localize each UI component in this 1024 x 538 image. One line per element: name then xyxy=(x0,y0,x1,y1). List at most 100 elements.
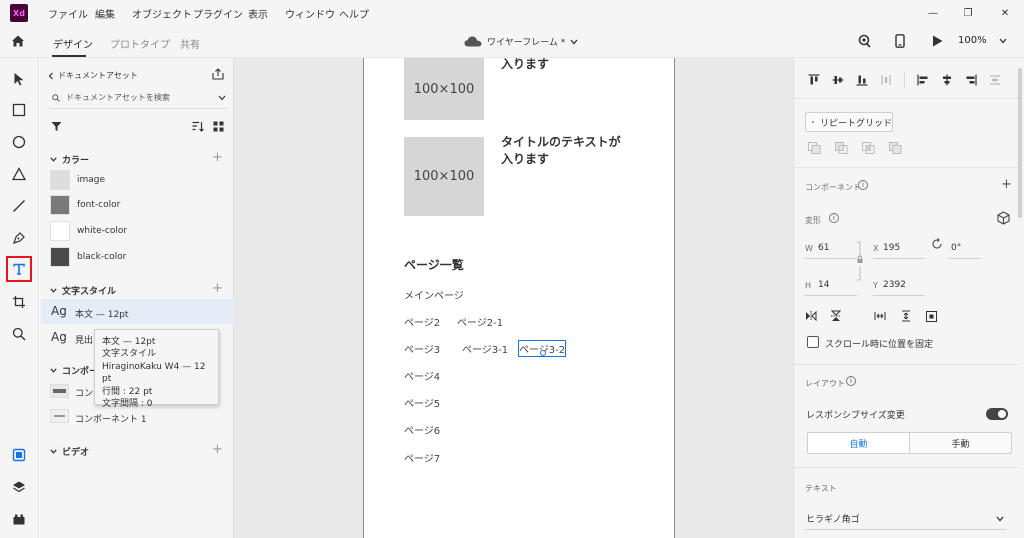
user-button[interactable] xyxy=(857,34,871,51)
colors-section-toggle[interactable]: カラー xyxy=(50,153,89,166)
fix-height-icon[interactable] xyxy=(901,310,911,322)
font-family-dropdown[interactable]: ヒラギノ角ゴ xyxy=(806,512,1004,525)
add-color-icon[interactable]: + xyxy=(212,150,223,165)
device-preview-button[interactable] xyxy=(895,34,905,51)
lock-proportions-icon[interactable] xyxy=(856,241,864,281)
page-link[interactable]: メインページ xyxy=(404,287,464,302)
page-link[interactable]: ページ6 xyxy=(404,422,440,437)
distribute-horizontal-icon[interactable] xyxy=(880,74,892,86)
info-icon[interactable]: i xyxy=(846,376,856,386)
image-placeholder[interactable]: 100×100 xyxy=(404,137,484,216)
repeat-grid-button[interactable]: リピートグリッド xyxy=(805,112,893,132)
responsive-resize-toggle[interactable] xyxy=(986,408,1008,420)
rotation-field[interactable]: 0° xyxy=(951,243,961,253)
select-tool[interactable] xyxy=(8,68,30,90)
align-left-icon[interactable] xyxy=(917,74,929,86)
assets-search-input[interactable]: ドキュメントアセットを検索 xyxy=(52,92,228,103)
tab-prototype[interactable]: プロトタイプ xyxy=(110,36,170,51)
text-resize-handle[interactable] xyxy=(540,350,546,356)
layers-panel-button[interactable] xyxy=(8,476,30,498)
menu-help[interactable]: ヘルプ xyxy=(339,6,369,21)
align-center-icon[interactable] xyxy=(941,74,953,86)
align-right-icon[interactable] xyxy=(965,74,977,86)
document-title[interactable]: ワイヤーフレーム * xyxy=(464,35,578,48)
align-bottom-icon[interactable] xyxy=(856,74,868,86)
menu-file[interactable]: ファイル xyxy=(48,6,88,21)
fit-content-icon[interactable] xyxy=(926,310,937,322)
pen-tool[interactable] xyxy=(8,227,30,249)
page-link[interactable]: ページ3-1 xyxy=(462,341,508,356)
auto-mode-button[interactable]: 自動 xyxy=(808,433,910,453)
manual-mode-button[interactable]: 手動 xyxy=(910,433,1011,453)
menu-window[interactable]: ウィンドウ xyxy=(285,6,335,21)
panel-scrollbar[interactable] xyxy=(1018,68,1022,218)
color-swatch-black-color[interactable] xyxy=(50,247,70,267)
boolean-intersect-icon[interactable] xyxy=(862,142,875,154)
3d-transform-icon[interactable] xyxy=(997,211,1010,225)
close-button[interactable]: ✕ xyxy=(990,3,1020,23)
info-icon[interactable]: i xyxy=(829,213,839,223)
zoom-tool[interactable] xyxy=(8,323,30,345)
page-link[interactable]: ページ2 xyxy=(404,314,440,329)
video-section-toggle[interactable]: ビデオ xyxy=(50,445,89,458)
grid-view-button[interactable] xyxy=(213,121,224,135)
plugins-panel-button[interactable] xyxy=(8,508,30,530)
polygon-tool[interactable] xyxy=(8,163,30,185)
align-top-icon[interactable] xyxy=(808,74,820,86)
flip-vertical-icon[interactable] xyxy=(831,310,841,322)
fix-on-scroll-checkbox[interactable] xyxy=(807,336,819,348)
play-preview-button[interactable] xyxy=(932,35,943,50)
zoom-dropdown[interactable]: 100% xyxy=(958,35,1007,46)
card-title[interactable]: タイトルのテキストが xyxy=(501,134,621,151)
flip-horizontal-icon[interactable] xyxy=(805,311,817,321)
rectangle-tool[interactable] xyxy=(8,99,30,121)
y-position-field[interactable]: 2392 xyxy=(883,280,906,290)
add-component-icon[interactable]: + xyxy=(1001,177,1012,192)
menu-plugin[interactable]: プラグイン xyxy=(193,6,243,21)
design-canvas[interactable]: 100×100 入ります 100×100 タイトルのテキストが 入ります ページ… xyxy=(234,56,793,538)
assets-back-button[interactable]: ドキュメントアセット xyxy=(48,70,138,81)
chevron-down-icon[interactable] xyxy=(218,95,226,101)
export-button[interactable] xyxy=(212,68,224,83)
menu-edit[interactable]: 編集 xyxy=(95,6,115,21)
ellipse-tool[interactable] xyxy=(8,131,30,153)
menu-view[interactable]: 表示 xyxy=(248,6,268,21)
add-text-style-icon[interactable]: + xyxy=(212,281,223,296)
width-field[interactable]: 61 xyxy=(818,243,829,253)
align-middle-icon[interactable] xyxy=(832,74,844,86)
page-link[interactable]: ページ5 xyxy=(404,395,440,410)
page-link[interactable]: ページ7 xyxy=(404,450,440,465)
minimize-button[interactable]: — xyxy=(918,3,948,23)
boolean-subtract-icon[interactable] xyxy=(835,142,848,154)
card-title[interactable]: 入ります xyxy=(501,151,549,168)
restore-button[interactable]: ❐ xyxy=(953,3,983,23)
x-position-field[interactable]: 195 xyxy=(883,243,900,253)
text-tool[interactable] xyxy=(6,256,32,282)
home-button[interactable] xyxy=(11,34,25,51)
tab-design[interactable]: デザイン xyxy=(53,36,93,51)
page-link[interactable]: ページ3 xyxy=(404,341,440,356)
filter-button[interactable] xyxy=(51,121,62,135)
color-swatch-image[interactable] xyxy=(50,170,70,190)
artboard[interactable]: 100×100 入ります 100×100 タイトルのテキストが 入ります ページ… xyxy=(363,56,675,538)
height-field[interactable]: 14 xyxy=(818,280,829,290)
component-name[interactable]: コンポーネント 1 xyxy=(75,412,147,425)
text-style-label[interactable]: 見出 xyxy=(75,333,93,346)
text-styles-section-toggle[interactable]: 文字スタイル xyxy=(50,284,116,297)
add-video-icon[interactable]: + xyxy=(212,442,223,457)
card-title[interactable]: 入ります xyxy=(501,56,549,73)
menu-object[interactable]: オブジェクト xyxy=(132,6,192,21)
image-placeholder[interactable]: 100×100 xyxy=(404,58,484,120)
pages-heading[interactable]: ページ一覧 xyxy=(404,256,464,273)
color-swatch-white-color[interactable] xyxy=(50,221,70,241)
tab-share[interactable]: 共有 xyxy=(180,36,200,51)
page-link[interactable]: ページ2-1 xyxy=(457,314,503,329)
artboard-tool[interactable] xyxy=(8,291,30,313)
info-icon[interactable]: i xyxy=(858,180,868,190)
fix-width-icon[interactable] xyxy=(874,311,886,321)
boolean-add-icon[interactable] xyxy=(808,142,821,154)
line-tool[interactable] xyxy=(8,195,30,217)
distribute-vertical-icon[interactable] xyxy=(989,74,1001,86)
page-link[interactable]: ページ4 xyxy=(404,368,440,383)
sort-button[interactable] xyxy=(192,121,204,135)
